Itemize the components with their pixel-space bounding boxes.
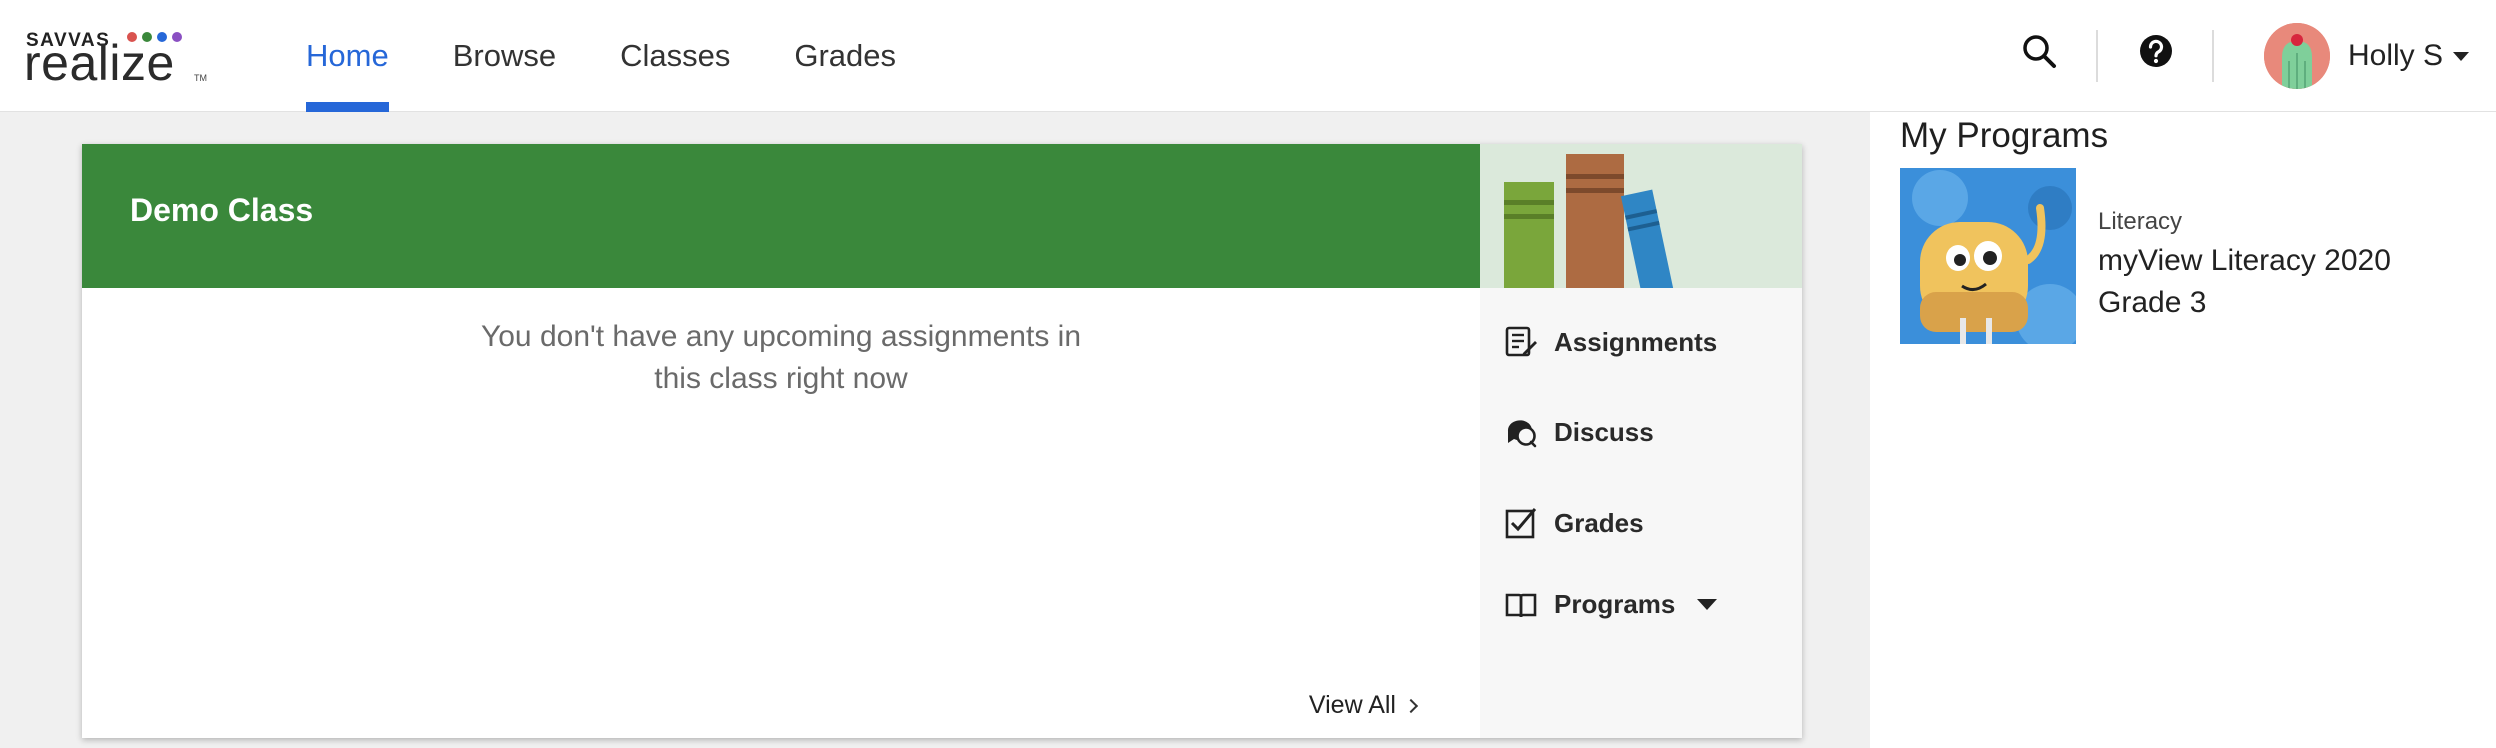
side-item-programs[interactable]: Programs: [1504, 584, 1718, 624]
grades-icon: [1505, 508, 1537, 539]
program-thumbnail[interactable]: [1900, 168, 2076, 344]
class-title[interactable]: Demo Class: [130, 192, 313, 229]
side-item-label: Grades: [1554, 507, 1644, 538]
search-icon[interactable]: [2020, 32, 2060, 72]
avatar: [2264, 23, 2330, 89]
logo-trademark: TM: [194, 73, 207, 83]
empty-assignments-message: You don't have any upcoming assignments …: [82, 316, 1480, 400]
savvas-realize-logo[interactable]: SAVVAS realize TM: [24, 30, 214, 91]
side-item-label: Programs: [1554, 588, 1676, 619]
class-books-illustration: [1480, 144, 1802, 288]
chevron-right-icon: [1403, 698, 1419, 713]
chevron-down-icon: [1697, 598, 1718, 610]
discuss-icon: [1507, 420, 1537, 448]
chevron-down-icon: [2453, 51, 2470, 61]
view-all-link[interactable]: View All: [1308, 691, 1419, 720]
user-name: Holly S: [2348, 39, 2444, 72]
program-name-link[interactable]: myView Literacy 2020 Grade 3: [2098, 240, 2478, 324]
side-item-label: Discuss: [1554, 416, 1654, 447]
nav-browse[interactable]: Browse: [453, 0, 556, 112]
class-card: Demo Class You don't have any upcoming a…: [82, 144, 1802, 738]
logo-brand-big: realize: [24, 35, 175, 91]
empty-message-line: this class right now: [654, 362, 908, 395]
class-card-sidebar: Assignments Discuss Grades Programs: [1480, 288, 1802, 738]
class-card-body: You don't have any upcoming assignments …: [82, 288, 1480, 738]
side-item-assignments[interactable]: Assignments: [1504, 322, 1717, 362]
empty-message-line: You don't have any upcoming assignments …: [480, 320, 1081, 353]
assignments-icon: [1505, 326, 1537, 357]
book-icon: [1505, 593, 1537, 618]
user-menu[interactable]: Holly S: [2264, 22, 2470, 90]
my-programs-panel: My Programs Literacy myView Literacy 202…: [1870, 112, 2496, 748]
my-programs-title: My Programs: [1900, 116, 2109, 155]
nav-home[interactable]: Home: [306, 0, 389, 112]
program-category: Literacy: [2098, 208, 2183, 235]
nav-classes[interactable]: Classes: [620, 0, 730, 112]
top-navigation-bar: SAVVAS realize TM Home Browse Classes Gr…: [0, 0, 2496, 112]
class-card-header[interactable]: Demo Class: [82, 144, 1480, 288]
main-nav: Home Browse Classes Grades: [306, 0, 960, 112]
help-icon[interactable]: [2137, 32, 2177, 72]
side-item-label: Assignments: [1554, 326, 1718, 357]
header-divider: [2096, 30, 2098, 82]
side-item-grades[interactable]: Grades: [1504, 503, 1644, 543]
header-divider: [2212, 30, 2214, 82]
side-item-discuss[interactable]: Discuss: [1504, 412, 1654, 452]
nav-grades[interactable]: Grades: [794, 0, 896, 112]
view-all-label: View All: [1308, 691, 1396, 719]
